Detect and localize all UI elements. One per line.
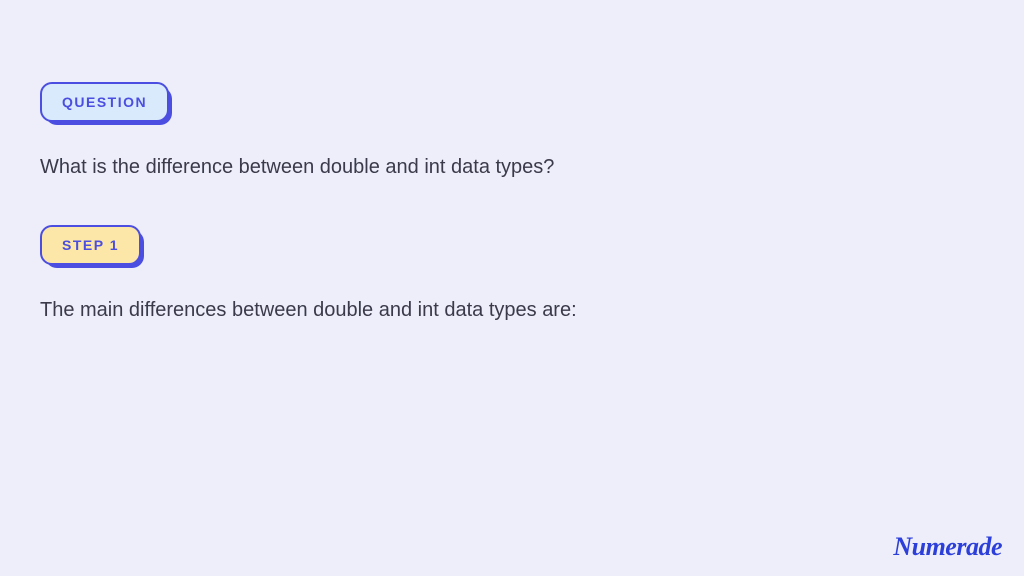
question-badge-wrapper: QUESTION [40,82,169,122]
question-badge: QUESTION [40,82,169,122]
step-text: The main differences between double and … [40,299,984,322]
step-badge-wrapper: STEP 1 [40,225,141,265]
step-badge: STEP 1 [40,225,141,265]
main-content: QUESTION What is the difference between … [0,0,1024,322]
question-text: What is the difference between double an… [40,156,984,179]
step-section: STEP 1 The main differences between doub… [40,225,984,322]
numerade-logo: Numerade [893,532,1002,562]
